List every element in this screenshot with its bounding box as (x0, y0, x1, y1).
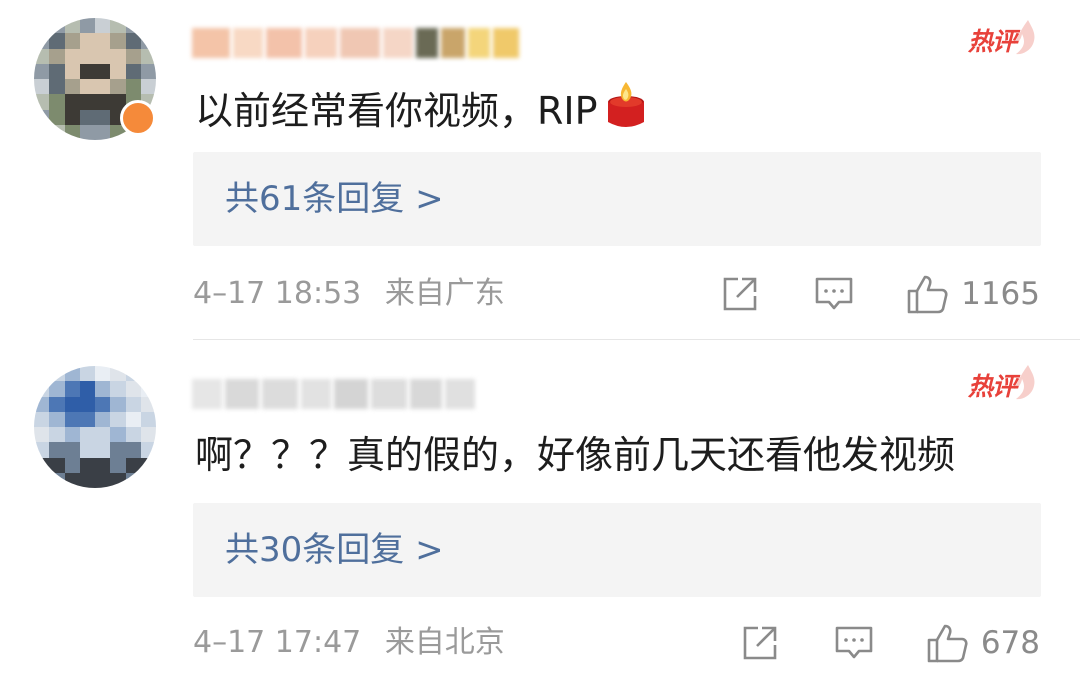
like-button[interactable]: 1165 (905, 270, 1040, 318)
reply-button[interactable] (811, 270, 857, 318)
view-replies-link[interactable]: 共30条回复 > (225, 503, 444, 597)
share-icon (743, 626, 777, 660)
hot-badge-label: 热评 (968, 27, 1017, 56)
comment-location: 来自北京 (384, 625, 505, 660)
comment-icon (815, 277, 853, 310)
hot-comment-badge: 热评 (968, 18, 1038, 62)
hot-badge-label: 热评 (968, 372, 1017, 401)
share-button[interactable] (737, 619, 783, 667)
comment-meta: 4–17 17:47 来自北京 (193, 621, 505, 665)
comment-text: 以前经常看你视频，RIP (195, 80, 648, 143)
avatar[interactable] (34, 366, 156, 488)
comment-text-body: 啊？？？真的假的，好像前几天还看他发视频 (195, 433, 956, 477)
comment-actions: 678 (737, 619, 1040, 667)
comment-location: 来自广东 (384, 276, 505, 311)
reply-button[interactable] (831, 619, 877, 667)
username-blurred[interactable] (192, 377, 475, 411)
comment-actions: 1165 (717, 270, 1040, 318)
comment-text: 啊？？？真的假的，好像前几天还看他发视频 (195, 429, 955, 481)
share-button[interactable] (717, 270, 763, 318)
comment-date: 4–17 18:53 (193, 276, 362, 311)
comment-meta: 4–17 18:53 来自广东 (193, 272, 505, 316)
comment-date: 4–17 17:47 (193, 625, 362, 660)
like-count: 678 (980, 625, 1040, 661)
view-replies-link[interactable]: 共61条回复 > (225, 152, 444, 246)
thumbs-up-icon (927, 624, 968, 663)
hot-comment-badge: 热评 (968, 363, 1038, 407)
divider (193, 339, 1080, 340)
username-blurred[interactable] (192, 26, 519, 60)
comment-text-body: 以前经常看你视频，RIP (195, 89, 598, 133)
share-icon (723, 277, 757, 311)
comment-icon (835, 626, 873, 659)
avatar-badge (120, 100, 156, 136)
candle-icon (604, 80, 648, 143)
replies-box[interactable]: 共61条回复 > (193, 152, 1041, 246)
like-count: 1165 (961, 276, 1040, 312)
thumbs-up-icon (907, 275, 948, 314)
like-button[interactable]: 678 (925, 619, 1040, 667)
comment-item: 热评 啊？？？真的假的，好像前几天还看他发视频 共30条回复 > 4–17 17… (0, 341, 1080, 682)
comment-item: 热评 以前经常看你视频，RIP 共61条回复 > 4–17 18:53 来自广东 (0, 0, 1080, 340)
replies-box[interactable]: 共30条回复 > (193, 503, 1041, 597)
